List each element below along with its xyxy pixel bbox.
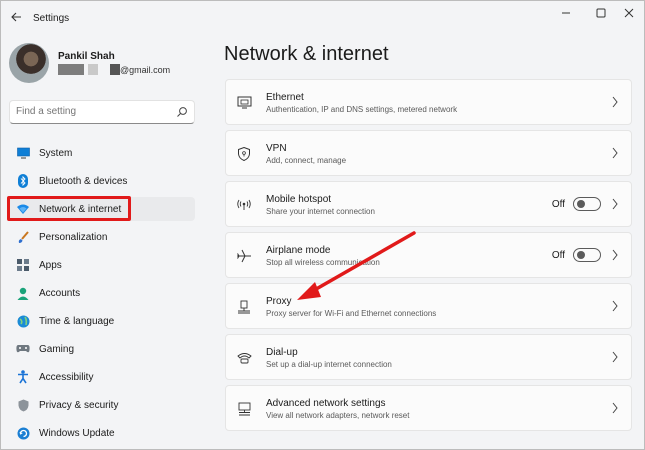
apps-icon bbox=[16, 258, 30, 272]
airplane-mode-toggle[interactable] bbox=[573, 248, 601, 262]
sidebar-item-gaming[interactable]: Gaming bbox=[9, 337, 195, 361]
card-subtitle: View all network adapters, network reset bbox=[266, 411, 410, 420]
update-icon bbox=[16, 426, 30, 440]
redacted-block bbox=[58, 64, 84, 75]
bluetooth-icon bbox=[16, 174, 30, 188]
card-title: Proxy bbox=[266, 296, 292, 307]
person-icon bbox=[16, 286, 30, 300]
chevron-right-icon bbox=[612, 249, 618, 261]
accessibility-icon bbox=[16, 370, 30, 384]
globe-icon bbox=[16, 314, 30, 328]
redacted-block bbox=[110, 64, 120, 75]
page-title: Network & internet bbox=[224, 43, 389, 65]
sidebar-item-label: Network & internet bbox=[39, 203, 122, 215]
app-title: Settings bbox=[33, 13, 70, 24]
sidebar-item-bluetooth[interactable]: Bluetooth & devices bbox=[9, 169, 195, 193]
chevron-right-icon bbox=[612, 96, 618, 108]
chevron-right-icon bbox=[612, 402, 618, 414]
hotspot-icon bbox=[236, 197, 252, 213]
sidebar-item-label: Time & language bbox=[39, 315, 115, 327]
card-mobile-hotspot[interactable]: Mobile hotspot Share your internet conne… bbox=[225, 181, 632, 227]
card-airplane-mode[interactable]: Airplane mode Stop all wireless communic… bbox=[225, 232, 632, 278]
sidebar-item-label: Windows Update bbox=[39, 427, 115, 439]
card-title: Advanced network settings bbox=[266, 398, 386, 409]
toggle-state-label: Off bbox=[551, 250, 565, 261]
sidebar-item-label: Apps bbox=[39, 259, 62, 271]
sidebar-item-time-language[interactable]: Time & language bbox=[9, 309, 195, 333]
search-icon bbox=[177, 107, 187, 117]
chevron-right-icon bbox=[612, 147, 618, 159]
card-title: VPN bbox=[266, 143, 287, 154]
redacted-block bbox=[88, 64, 98, 75]
avatar[interactable] bbox=[9, 43, 49, 83]
proxy-icon bbox=[236, 299, 252, 315]
sidebar-item-label: Accessibility bbox=[39, 371, 94, 383]
toggle-knob bbox=[577, 251, 585, 259]
wifi-icon bbox=[16, 202, 30, 216]
gamepad-icon bbox=[16, 342, 30, 356]
toggle-state-label: Off bbox=[551, 199, 565, 210]
sidebar-item-privacy[interactable]: Privacy & security bbox=[9, 393, 195, 417]
sidebar-item-accounts[interactable]: Accounts bbox=[9, 281, 195, 305]
card-subtitle: Set up a dial-up internet connection bbox=[266, 360, 392, 369]
card-subtitle: Share your internet connection bbox=[266, 207, 375, 216]
close-button[interactable] bbox=[612, 3, 645, 23]
profile-email: @gmail.com bbox=[58, 64, 170, 75]
airplane-icon bbox=[236, 248, 252, 264]
chevron-right-icon bbox=[612, 300, 618, 312]
sidebar-item-windows-update[interactable]: Windows Update bbox=[9, 421, 195, 445]
profile-name: Pankil Shah bbox=[58, 51, 115, 62]
sidebar-item-system[interactable]: System bbox=[9, 141, 195, 165]
card-subtitle: Authentication, IP and DNS settings, met… bbox=[266, 105, 458, 114]
sidebar-item-label: Bluetooth & devices bbox=[39, 175, 128, 187]
dialup-icon bbox=[236, 350, 252, 366]
card-title: Ethernet bbox=[266, 92, 304, 103]
maximize-icon bbox=[596, 8, 606, 18]
title-bar: Settings bbox=[1, 1, 644, 35]
card-subtitle: Stop all wireless communication bbox=[266, 258, 380, 267]
vpn-shield-icon bbox=[236, 146, 252, 162]
sidebar-item-label: Personalization bbox=[39, 231, 108, 243]
sidebar-item-apps[interactable]: Apps bbox=[9, 253, 195, 277]
close-icon bbox=[624, 8, 634, 18]
chevron-right-icon bbox=[612, 198, 618, 210]
search-input[interactable] bbox=[16, 106, 166, 117]
sidebar-item-label: Gaming bbox=[39, 343, 75, 355]
minimize-button[interactable] bbox=[549, 3, 583, 23]
card-title: Airplane mode bbox=[266, 245, 331, 256]
hotspot-toggle[interactable] bbox=[573, 197, 601, 211]
card-title: Mobile hotspot bbox=[266, 194, 332, 205]
shield-icon bbox=[16, 398, 30, 412]
sidebar-item-label: Privacy & security bbox=[39, 399, 119, 411]
card-advanced-network-settings[interactable]: Advanced network settings View all netwo… bbox=[225, 385, 632, 431]
search-box[interactable] bbox=[9, 100, 195, 124]
minimize-icon bbox=[562, 12, 570, 14]
card-dial-up[interactable]: Dial-up Set up a dial-up internet connec… bbox=[225, 334, 632, 380]
settings-window: Settings Pankil Shah @gmail.com System bbox=[0, 0, 645, 450]
profile-email-suffix: @gmail.com bbox=[120, 64, 171, 75]
sidebar-item-network[interactable]: Network & internet bbox=[9, 197, 195, 221]
sidebar-item-label: Accounts bbox=[39, 287, 81, 299]
network-adapter-icon bbox=[236, 401, 252, 417]
back-button[interactable] bbox=[7, 8, 25, 26]
card-subtitle: Add, connect, manage bbox=[266, 156, 347, 165]
card-proxy[interactable]: Proxy Proxy server for Wi-Fi and Etherne… bbox=[225, 283, 632, 329]
back-arrow-icon bbox=[10, 12, 21, 22]
monitor-icon bbox=[16, 146, 30, 160]
card-subtitle: Proxy server for Wi-Fi and Ethernet conn… bbox=[266, 309, 437, 318]
card-ethernet[interactable]: Ethernet Authentication, IP and DNS sett… bbox=[225, 79, 632, 125]
chevron-right-icon bbox=[612, 351, 618, 363]
sidebar-item-personalization[interactable]: Personalization bbox=[9, 225, 195, 249]
ethernet-icon bbox=[236, 95, 252, 111]
card-vpn[interactable]: VPN Add, connect, manage bbox=[225, 130, 632, 176]
card-title: Dial-up bbox=[266, 347, 298, 358]
brush-icon bbox=[16, 230, 30, 244]
sidebar-item-accessibility[interactable]: Accessibility bbox=[9, 365, 195, 389]
toggle-knob bbox=[577, 200, 585, 208]
sidebar-item-label: System bbox=[39, 147, 73, 159]
